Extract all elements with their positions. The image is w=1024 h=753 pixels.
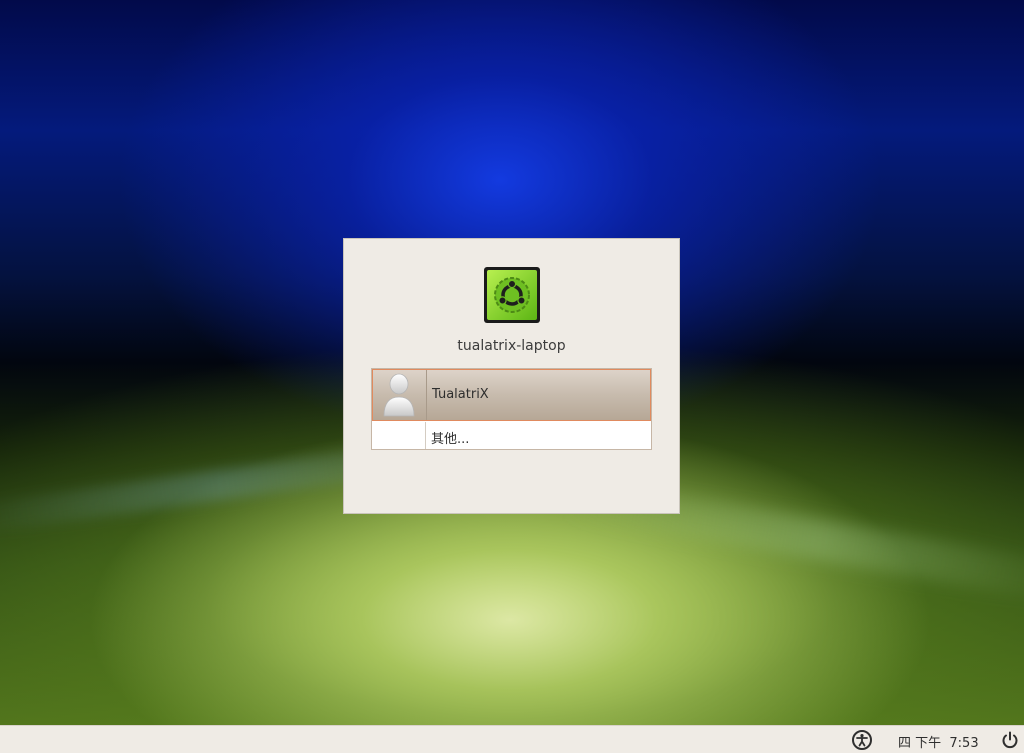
- user-list-item-tualatrix[interactable]: TualatriX: [372, 369, 651, 421]
- default-user-avatar-icon: [383, 373, 415, 417]
- user-list: TualatriX 其他...: [371, 368, 652, 450]
- other-user-label: 其他...: [431, 432, 470, 447]
- accessibility-icon[interactable]: [852, 730, 872, 750]
- login-dialog: tualatrix-laptop TualatriX 其他...: [343, 238, 680, 514]
- clock[interactable]: 四 下午 7:53: [898, 732, 979, 751]
- power-icon[interactable]: [1000, 730, 1020, 750]
- avatar-cell: [372, 422, 426, 449]
- user-name-label: TualatriX: [432, 387, 489, 402]
- user-list-item-other[interactable]: 其他...: [372, 422, 651, 449]
- avatar-cell: [373, 370, 427, 420]
- ubuntu-logo-icon: [484, 267, 540, 323]
- bottom-panel: 四 下午 7:53: [0, 725, 1024, 753]
- hostname-label: tualatrix-laptop: [457, 338, 566, 354]
- desktop-background: tualatrix-laptop TualatriX 其他...: [0, 0, 1024, 725]
